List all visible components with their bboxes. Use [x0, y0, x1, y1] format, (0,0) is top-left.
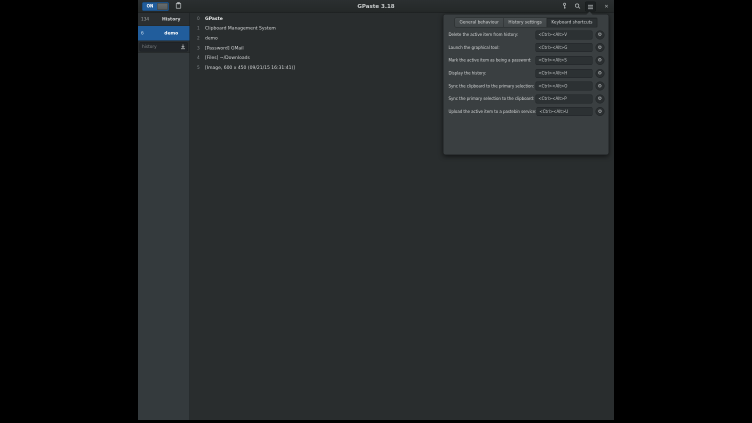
item-text: [Files] ~/Downloads [205, 56, 250, 61]
shortcut-label: Sync the primary selection to the clipbo… [449, 97, 536, 102]
header-actions: ✕ [559, 0, 611, 13]
tab-history-settings[interactable]: History settings [504, 18, 547, 28]
shortcut-row: Display the history: <Ctrl><Alt>H ⚙ [444, 67, 609, 80]
gear-icon: ⚙ [598, 45, 602, 51]
shortcut-label: Delete the active item from history: [449, 33, 536, 38]
shortcut-label: Mark the active item as being a password… [449, 58, 536, 63]
search-icon [574, 2, 581, 12]
clipboard-button[interactable] [173, 1, 184, 11]
search-button[interactable] [572, 2, 583, 12]
item-text: [Image, 600 x 450 (09/21/15 16:31:41)] [205, 65, 295, 70]
edit-shortcut-button[interactable]: ⚙ [596, 30, 605, 39]
history-row-demo[interactable]: 6 demo [138, 26, 190, 41]
item-text: [Password] GMail [205, 46, 244, 51]
switch-on-label: ON [143, 2, 158, 10]
history-count-badge: 134 [138, 17, 153, 22]
popover-arrow [587, 12, 593, 15]
tab-general-behaviour[interactable]: General behaviour [454, 18, 503, 28]
item-text: demo [205, 36, 218, 41]
gear-icon: ⚙ [598, 96, 602, 102]
edit-shortcut-button[interactable]: ⚙ [596, 43, 605, 52]
edit-shortcut-button[interactable]: ⚙ [596, 94, 605, 103]
shortcut-value-field[interactable]: <Ctrl><Alt>G [535, 43, 592, 52]
shortcut-row: Launch the graphical tool: <Ctrl><Alt>G … [444, 41, 609, 54]
key-icon [562, 2, 568, 12]
new-history-row: history [138, 41, 190, 53]
shortcut-row: Mark the active item as being a password… [444, 54, 609, 67]
item-index: 5 [197, 65, 202, 70]
item-index: 0 [197, 16, 202, 21]
history-row-default[interactable]: 134 History [138, 13, 190, 26]
shortcut-value-field[interactable]: <Ctrl><Alt>O [535, 82, 592, 91]
clipboard-icon [176, 2, 182, 12]
shortcut-label: Display the history: [449, 71, 536, 76]
close-icon: ✕ [604, 4, 608, 10]
tracking-switch[interactable]: ON [142, 2, 169, 11]
shortcut-row: Sync the clipboard to the primary select… [444, 80, 609, 93]
shortcut-row: Sync the primary selection to the clipbo… [444, 92, 609, 105]
shortcut-value-field[interactable]: <Ctrl><Alt>H [535, 69, 592, 78]
edit-shortcut-button[interactable]: ⚙ [596, 82, 605, 91]
history-name: demo [153, 31, 190, 36]
shortcut-row: Delete the active item from history: <Ct… [444, 29, 609, 42]
shortcut-value-field[interactable]: <Ctrl><Alt>S [535, 56, 592, 65]
shortcut-value-field[interactable]: <Ctrl><Alt>V [535, 30, 592, 39]
item-text: Clipboard Management System [205, 26, 276, 31]
gpaste-window: GPaste 3.18 ON [138, 0, 614, 420]
tab-keyboard-shortcuts[interactable]: Keyboard shortcuts [547, 18, 598, 28]
shortcut-value-field[interactable]: <Ctrl><Alt>U [536, 107, 592, 116]
edit-shortcut-button[interactable]: ⚙ [596, 69, 605, 78]
item-index: 4 [197, 56, 202, 61]
gear-icon: ⚙ [598, 71, 602, 77]
menu-button[interactable] [585, 2, 596, 12]
edit-shortcut-button[interactable]: ⚙ [596, 56, 605, 65]
item-index: 1 [197, 26, 202, 31]
gear-icon: ⚙ [598, 109, 602, 115]
settings-tabs: General behaviour History settings Keybo… [444, 18, 609, 28]
shortcut-label: Launch the graphical tool: [449, 45, 536, 50]
shortcut-value-field[interactable]: <Ctrl><Alt>P [535, 94, 592, 103]
settings-popover: General behaviour History settings Keybo… [443, 14, 609, 155]
shortcut-row: Upload the active item to a pastebin ser… [444, 105, 609, 118]
new-history-input[interactable]: history [140, 42, 189, 52]
item-index: 2 [197, 36, 202, 41]
window-title: GPaste 3.18 [138, 0, 614, 13]
screen: GPaste 3.18 ON [0, 0, 752, 423]
gear-icon: ⚙ [598, 32, 602, 38]
menu-icon [588, 2, 594, 12]
histories-sidebar: 134 History 6 demo history [138, 13, 190, 420]
switch-knob[interactable] [157, 3, 168, 10]
new-history-value: history [142, 44, 181, 49]
item-index: 3 [197, 46, 202, 51]
shortcut-label: Upload the active item to a pastebin ser… [449, 109, 537, 114]
headerbar: GPaste 3.18 ON [138, 0, 614, 13]
close-button[interactable]: ✕ [602, 2, 611, 11]
gear-icon: ⚙ [598, 83, 602, 89]
password-button[interactable] [559, 2, 570, 12]
item-text: GPaste [205, 16, 223, 21]
history-count-badge: 6 [138, 31, 153, 36]
gear-icon: ⚙ [598, 58, 602, 64]
history-name: History [153, 17, 190, 22]
save-history-icon[interactable] [181, 42, 186, 52]
shortcut-label: Sync the clipboard to the primary select… [449, 84, 536, 89]
edit-shortcut-button[interactable]: ⚙ [596, 107, 605, 116]
shortcuts-list: Delete the active item from history: <Ct… [444, 29, 609, 119]
